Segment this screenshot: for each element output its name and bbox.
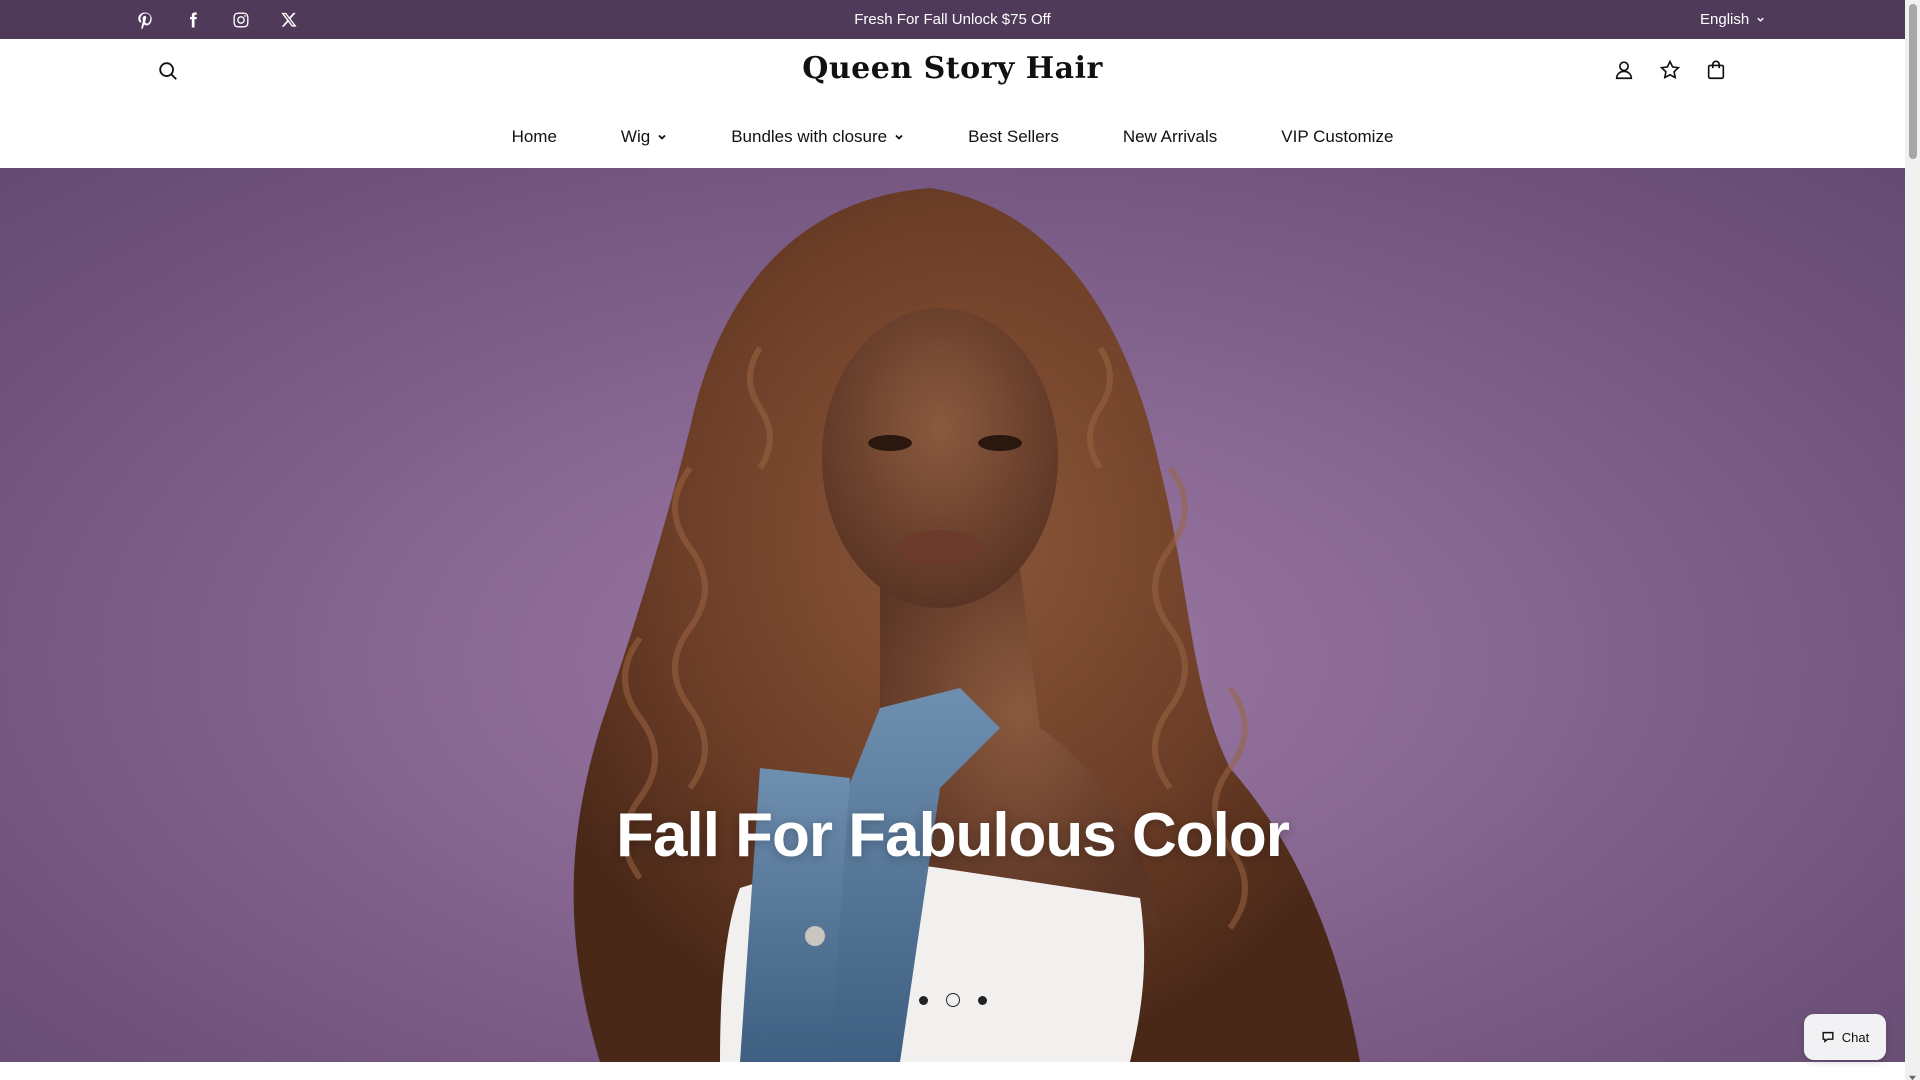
nav-item-label: Home (511, 127, 557, 146)
scrollbar-thumb[interactable] (1909, 4, 1917, 159)
nav-item-wig[interactable]: Wig (621, 127, 667, 147)
language-selector[interactable]: English (1700, 0, 1765, 39)
nav-item-home[interactable]: Home (512, 127, 557, 147)
slider-dot-3[interactable] (977, 995, 987, 1005)
hero-model-image (573, 188, 1360, 1062)
page-scrollbar[interactable] (1905, 0, 1920, 1080)
slider-dot-1[interactable] (918, 995, 928, 1005)
nav-item-label: Wig (620, 127, 651, 146)
nav-item-bundles-with-closure[interactable]: Bundles with closure (731, 127, 904, 147)
cart-bag-icon[interactable] (1704, 58, 1728, 82)
chat-bubble-icon (1822, 1031, 1834, 1043)
nav-item-label: New Arrivals (1122, 127, 1218, 146)
announcement-text[interactable]: Fresh For Fall Unlock $75 Off (854, 11, 1050, 28)
nav-item-label: Bundles with closure (731, 127, 888, 146)
nav-item-label: Best Sellers (968, 127, 1059, 146)
account-icon[interactable] (1612, 58, 1636, 82)
facebook-icon[interactable] (181, 8, 205, 32)
pinterest-icon[interactable] (133, 8, 157, 32)
x-twitter-icon[interactable] (277, 8, 301, 32)
site-header: Queen Story Hair Home Wig Bundles with c… (0, 39, 1905, 168)
nav-item-new-arrivals[interactable]: New Arrivals (1123, 127, 1217, 147)
language-label: English (1700, 11, 1750, 28)
chat-label: Chat (1841, 1029, 1870, 1045)
chevron-down-icon (895, 134, 903, 140)
page-bottom-edge (0, 1062, 1905, 1080)
chat-button[interactable]: Chat (1804, 1014, 1886, 1060)
scroll-down-arrow-icon[interactable] (1908, 1069, 1917, 1080)
nav-item-best-sellers[interactable]: Best Sellers (968, 127, 1059, 147)
slider-pagination (0, 993, 1905, 1007)
slider-dot-2[interactable] (945, 993, 960, 1007)
hero-banner[interactable]: Fall For Fabulous Color (0, 168, 1905, 1062)
site-logo[interactable]: Queen Story Hair (802, 51, 1103, 86)
nav-item-vip-customize[interactable]: VIP Customize (1281, 127, 1393, 147)
instagram-icon[interactable] (229, 8, 253, 32)
chevron-down-icon (1757, 17, 1764, 22)
header-actions (1612, 58, 1728, 82)
main-navigation: Home Wig Bundles with closure Best Selle… (0, 121, 1905, 153)
social-links (133, 0, 301, 39)
search-icon[interactable] (157, 60, 181, 84)
chevron-down-icon (658, 134, 666, 140)
nav-item-label: VIP Customize (1281, 127, 1394, 146)
wishlist-star-icon[interactable] (1658, 58, 1682, 82)
announcement-bar: Fresh For Fall Unlock $75 Off English (0, 0, 1905, 39)
